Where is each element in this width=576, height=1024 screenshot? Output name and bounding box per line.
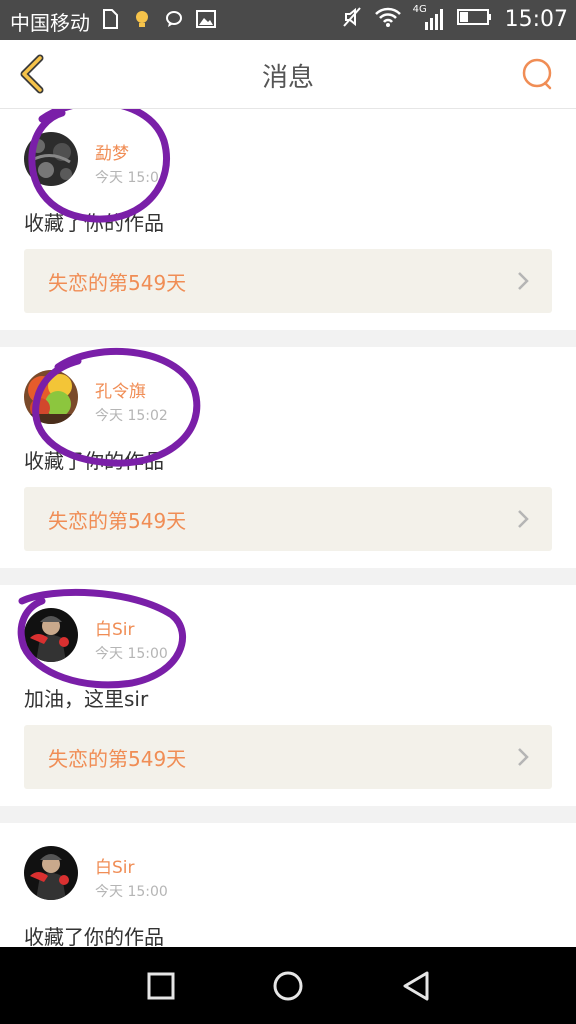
username[interactable]: 勐梦 <box>95 139 129 164</box>
message-text: 收藏了你的作品 <box>24 211 164 235</box>
timestamp: 今天 15:0 <box>95 170 159 186</box>
avatar[interactable] <box>24 846 78 900</box>
carrier-name: 中国移动 <box>10 11 90 35</box>
lightbulb-icon <box>132 9 152 29</box>
message-card: 孔令旗 今天 15:02 收藏了你的作品 失恋的第549天 <box>0 347 576 568</box>
message-card: 白Sir 今天 15:00 加油，这里sir 失恋的第549天 <box>0 585 576 806</box>
message-text: 收藏了你的作品 <box>24 449 164 473</box>
message-card: 白Sir 今天 15:00 收藏了你的作品 <box>0 823 576 947</box>
mute-icon <box>341 6 363 32</box>
search-icon <box>522 58 552 90</box>
work-title: 失恋的第549天 <box>48 509 187 533</box>
username[interactable]: 白Sir <box>95 615 135 640</box>
avatar[interactable] <box>24 608 78 662</box>
message-card: 勐梦 今天 15:0 收藏了你的作品 失恋的第549天 <box>0 109 576 330</box>
search-button[interactable] <box>520 56 556 92</box>
timestamp: 今天 15:02 <box>95 408 168 424</box>
timestamp: 今天 15:00 <box>95 646 168 662</box>
message-text: 加油，这里sir <box>24 687 149 711</box>
work-title: 失恋的第549天 <box>48 271 187 295</box>
chevron-right-icon <box>518 272 529 290</box>
work-link[interactable]: 失恋的第549天 <box>24 487 552 551</box>
message-text: 收藏了你的作品 <box>24 925 164 947</box>
message-feed[interactable]: 勐梦 今天 15:0 收藏了你的作品 失恋的第549天 孔令旗 今天 15:02… <box>0 109 576 947</box>
chat-bubble-icon <box>164 9 184 29</box>
wifi-icon <box>374 7 401 31</box>
battery-icon <box>456 7 493 31</box>
sim-card-icon <box>100 9 120 29</box>
image-icon <box>196 9 216 29</box>
username[interactable]: 白Sir <box>95 853 135 878</box>
app-header: 消息 <box>0 40 576 109</box>
avatar[interactable] <box>24 370 78 424</box>
recents-button[interactable] <box>144 969 178 1003</box>
clock: 15:07 <box>504 6 568 32</box>
back-triangle-icon <box>403 971 429 1001</box>
home-circle-icon <box>273 971 303 1001</box>
avatar[interactable] <box>24 132 78 186</box>
timestamp: 今天 15:00 <box>95 884 168 900</box>
system-nav-bar <box>0 947 576 1024</box>
back-nav-button[interactable] <box>399 969 433 1003</box>
recents-square-icon <box>147 972 175 1000</box>
chevron-right-icon <box>518 748 529 766</box>
home-button[interactable] <box>271 969 305 1003</box>
work-link[interactable]: 失恋的第549天 <box>24 249 552 313</box>
status-bar: 中国移动 4G 15:07 <box>0 0 576 40</box>
signal-icon: 4G <box>413 4 445 32</box>
work-link[interactable]: 失恋的第549天 <box>24 725 552 789</box>
chevron-right-icon <box>518 510 529 528</box>
page-title: 消息 <box>261 63 314 93</box>
username[interactable]: 孔令旗 <box>95 377 146 402</box>
work-title: 失恋的第549天 <box>48 747 187 771</box>
